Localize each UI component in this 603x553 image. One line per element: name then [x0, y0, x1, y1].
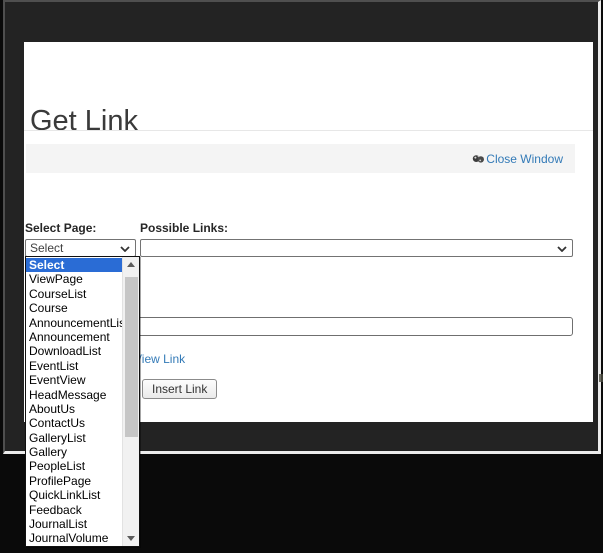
listbox-scrollbar[interactable]	[122, 257, 139, 546]
screen: Get Link Close Window Select Page: Possi…	[0, 0, 603, 553]
dropdown-option-feedback[interactable]: Feedback	[26, 503, 122, 517]
chevron-down-icon	[557, 241, 567, 255]
dropdown-option-peoplelist[interactable]: PeopleList	[26, 459, 122, 473]
dropdown-option-gallerylist[interactable]: GalleryList	[26, 431, 122, 445]
dropdown-option-quicklinklist[interactable]: QuickLinkList	[26, 488, 122, 502]
dropdown-option-announcementlist[interactable]: AnnouncementList	[26, 316, 122, 330]
heading-divider	[24, 130, 593, 131]
page-title: Get Link	[30, 105, 138, 138]
arrow-up-icon	[127, 262, 135, 267]
dropdown-option-downloadlist[interactable]: DownloadList	[26, 344, 122, 358]
dropdown-option-profilepage[interactable]: ProfilePage	[26, 474, 122, 488]
page-options-listbox: SelectViewPageCourseListCourseAnnounceme…	[25, 256, 140, 547]
dropdown-option-contactus[interactable]: ContactUs	[26, 416, 122, 430]
dropdown-option-headmessage[interactable]: HeadMessage	[26, 388, 122, 402]
select-page-dropdown[interactable]: Select	[25, 239, 136, 257]
insert-link-button[interactable]: Insert Link	[142, 379, 217, 399]
dropdown-option-aboutus[interactable]: AboutUs	[26, 402, 122, 416]
close-window-link[interactable]: Close Window	[472, 152, 563, 166]
possible-links-label: Possible Links:	[140, 221, 228, 235]
dropdown-option-announcement[interactable]: Announcement	[26, 330, 122, 344]
dropdown-option-eventview[interactable]: EventView	[26, 373, 122, 387]
close-window-icon	[472, 153, 485, 165]
possible-links-dropdown[interactable]	[140, 239, 573, 257]
page-options-list: SelectViewPageCourseListCourseAnnounceme…	[26, 257, 122, 546]
dropdown-option-gallery[interactable]: Gallery	[26, 445, 122, 459]
toolbar: Close Window	[26, 144, 575, 173]
scrollbar-down-button[interactable]	[123, 530, 139, 546]
scrollbar-up-button[interactable]	[123, 257, 139, 273]
dropdown-option-courselist[interactable]: CourseList	[26, 287, 122, 301]
scrollbar-thumb[interactable]	[125, 277, 138, 437]
close-window-label: Close Window	[486, 152, 563, 166]
arrow-down-icon	[127, 536, 135, 541]
dropdown-option-journalvolume[interactable]: JournalVolume	[26, 531, 122, 545]
dropdown-option-viewpage[interactable]: ViewPage	[26, 272, 122, 286]
view-link[interactable]: View Link	[134, 352, 185, 366]
dropdown-option-course[interactable]: Course	[26, 301, 122, 315]
select-page-label: Select Page:	[25, 221, 96, 235]
chevron-down-icon	[120, 241, 130, 255]
select-page-value: Select	[30, 241, 63, 255]
dropdown-option-select[interactable]: Select	[26, 258, 122, 272]
dropdown-option-journallist[interactable]: JournalList	[26, 517, 122, 531]
dropdown-option-eventlist[interactable]: EventList	[26, 359, 122, 373]
background-artifact	[599, 374, 603, 382]
